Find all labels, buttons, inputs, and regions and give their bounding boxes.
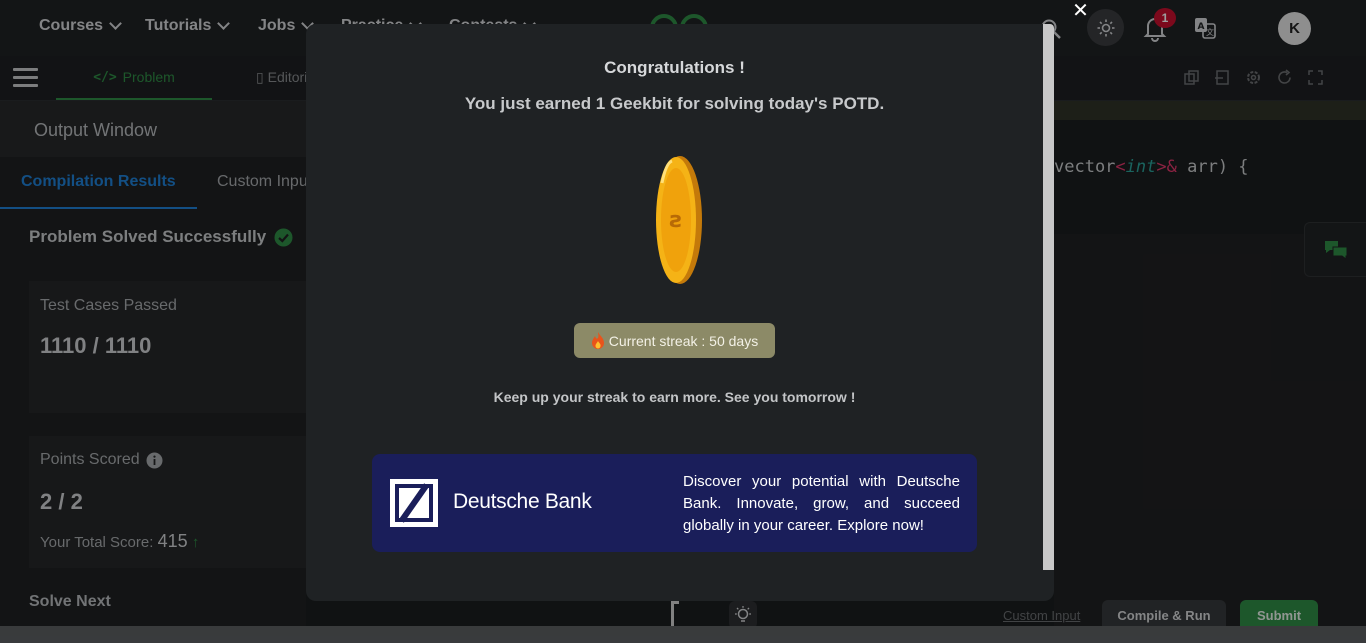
geekbit-coin-icon: ƨ [656,156,702,284]
modal-title: Congratulations ! [604,58,745,77]
fire-icon [591,332,604,349]
modal-scrollbar[interactable] [1043,24,1054,570]
ad-text: Discover your potential with Deutsche Ba… [683,473,960,534]
deutsche-bank-ad[interactable]: Deutsche Bank Discover your potential wi… [372,454,977,552]
keep-up-text: Keep up your streak to earn more. See yo… [493,389,856,405]
deutsche-bank-logo [390,479,438,527]
streak-text: Current streak : 50 days [608,332,759,349]
streak-badge: Current streak : 50 days [574,323,775,358]
ad-brand: Deutsche Bank [453,490,592,513]
close-icon[interactable]: ✕ [1068,0,1093,22]
svg-text:ƨ: ƨ [669,208,682,233]
modal-subtitle: You just earned 1 Geekbit for solving to… [464,94,885,113]
